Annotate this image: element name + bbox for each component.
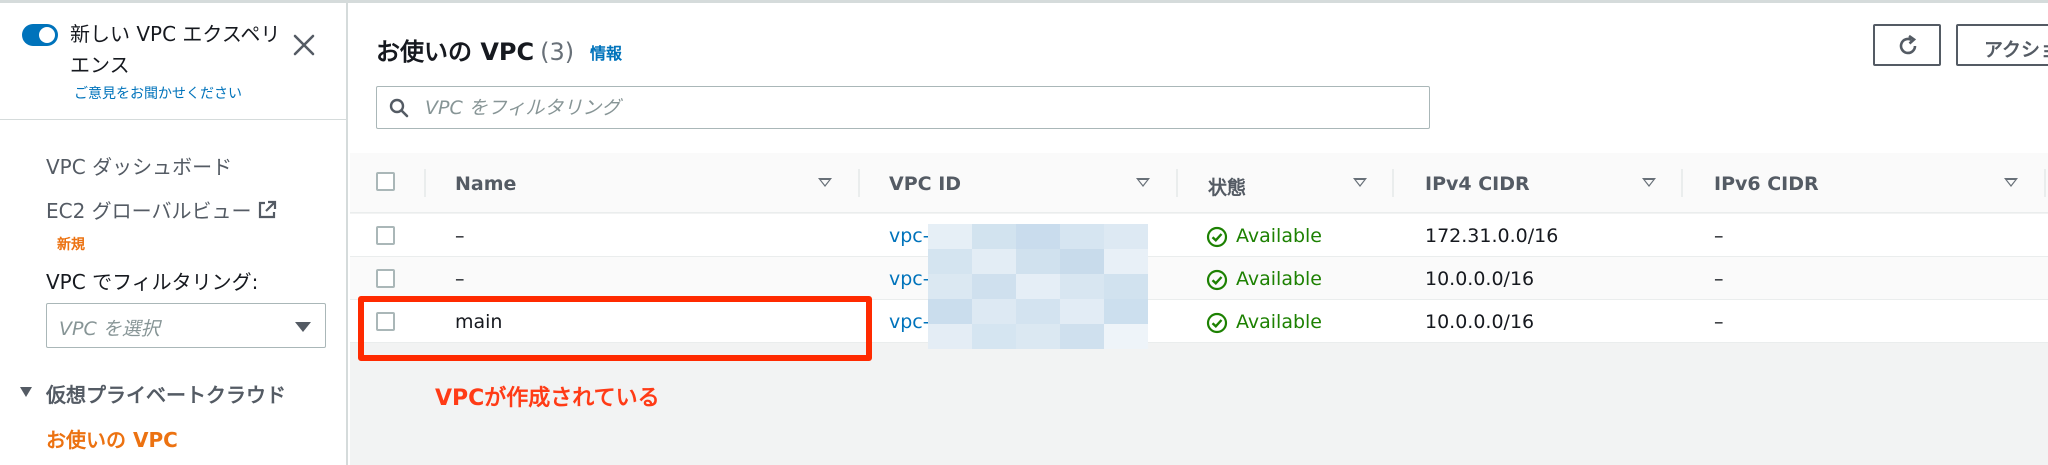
- vpc-search[interactable]: [376, 86, 1430, 129]
- sidebar-item-label: EC2 グローバルビュー: [46, 199, 252, 223]
- status-badge: Available: [1206, 311, 1323, 334]
- new-experience-toggle[interactable]: [22, 24, 58, 46]
- toggle-knob: [39, 27, 55, 43]
- page-title: お使いの VPC (3): [376, 32, 574, 67]
- vpc-filter-label: VPC でフィルタリング:: [46, 270, 259, 294]
- search-icon: [389, 98, 409, 118]
- caret-down-icon: [295, 322, 311, 332]
- select-all-checkbox[interactable]: [376, 172, 395, 191]
- sort-icon[interactable]: [818, 178, 832, 187]
- cell-ipv4-cidr: 172.31.0.0/16: [1425, 225, 1559, 247]
- highlight-box: [358, 296, 872, 361]
- status-badge: Available: [1206, 225, 1323, 248]
- close-icon[interactable]: [292, 33, 316, 57]
- cell-ipv4-cidr: 10.0.0.0/16: [1425, 268, 1535, 290]
- sidebar-item-vpc-dashboard[interactable]: VPC ダッシュボード: [46, 151, 232, 180]
- vpc-select-placeholder: VPC を選択: [59, 318, 160, 340]
- column-divider[interactable]: [1176, 169, 1178, 197]
- feedback-link[interactable]: ご意見をお聞かせください: [74, 83, 242, 103]
- vpc-count: (3): [540, 38, 575, 66]
- column-header-vpc-id[interactable]: VPC ID: [889, 173, 961, 195]
- new-experience-label: 新しい VPC エクスペリエンス: [70, 22, 281, 77]
- page-title-text: お使いの VPC: [376, 38, 535, 66]
- row-checkbox[interactable]: [376, 269, 395, 288]
- table-header: Name VPC ID 状態 IPv4 CIDR IPv6 CIDR: [350, 153, 2048, 213]
- column-divider[interactable]: [1392, 169, 1394, 197]
- sidebar-divider: [0, 119, 346, 120]
- status-text: Available: [1236, 225, 1323, 247]
- sort-icon[interactable]: [1353, 178, 1367, 187]
- column-divider: [424, 169, 426, 197]
- sidebar-item-ec2-global-view[interactable]: EC2 グローバルビュー: [46, 195, 277, 225]
- column-divider[interactable]: [858, 169, 860, 197]
- column-divider[interactable]: [2044, 169, 2046, 197]
- sort-icon[interactable]: [2004, 178, 2018, 187]
- table-row[interactable]: – vpc-0 Available 172.31.0.0/16 –: [350, 214, 2048, 257]
- cell-ipv6-cidr: –: [1714, 268, 1724, 290]
- row-checkbox[interactable]: [376, 226, 395, 245]
- cell-ipv6-cidr: –: [1714, 225, 1724, 247]
- sort-icon[interactable]: [1642, 178, 1656, 187]
- check-circle-icon: [1206, 312, 1228, 334]
- sort-icon[interactable]: [1136, 178, 1150, 187]
- search-input[interactable]: [425, 93, 1405, 123]
- column-header-name[interactable]: Name: [455, 173, 516, 195]
- vpc-select[interactable]: VPC を選択: [46, 303, 326, 348]
- redaction-mosaic: [928, 224, 1148, 349]
- new-badge: 新規: [57, 237, 85, 253]
- panel-header: お使いの VPC(3) 情報 アクション: [350, 3, 2048, 153]
- cell-ipv4-cidr: 10.0.0.0/16: [1425, 311, 1535, 333]
- refresh-icon: [1899, 34, 1917, 55]
- sidebar: 新しい VPC エクスペリエンス ご意見をお聞かせください VPC ダッシュボー…: [0, 3, 348, 465]
- section-virtual-private-cloud[interactable]: 仮想プライベートクラウド: [46, 379, 286, 408]
- table-row[interactable]: – vpc-0 Available 10.0.0.0/16 –: [350, 257, 2048, 300]
- expand-caret-icon[interactable]: [20, 387, 32, 397]
- column-header-ipv6-cidr[interactable]: IPv6 CIDR: [1714, 173, 1819, 195]
- status-text: Available: [1236, 311, 1323, 333]
- cell-name: –: [455, 225, 465, 247]
- refresh-button[interactable]: [1873, 24, 1941, 66]
- actions-button-label: アクション: [1984, 39, 2048, 61]
- cell-name: –: [455, 268, 465, 290]
- actions-button[interactable]: アクション: [1956, 24, 2048, 66]
- info-link[interactable]: 情報: [590, 40, 622, 64]
- external-link-icon: [257, 200, 277, 225]
- column-divider[interactable]: [1681, 169, 1683, 197]
- status-badge: Available: [1206, 268, 1323, 291]
- annotation-text: VPCが作成されている: [435, 386, 660, 411]
- status-text: Available: [1236, 268, 1323, 290]
- check-circle-icon: [1206, 226, 1228, 248]
- cell-ipv6-cidr: –: [1714, 311, 1724, 333]
- column-header-status[interactable]: 状態: [1208, 173, 1246, 200]
- column-header-ipv4-cidr[interactable]: IPv4 CIDR: [1425, 173, 1530, 195]
- check-circle-icon: [1206, 269, 1228, 291]
- sidebar-item-your-vpcs[interactable]: お使いの VPC: [46, 424, 178, 453]
